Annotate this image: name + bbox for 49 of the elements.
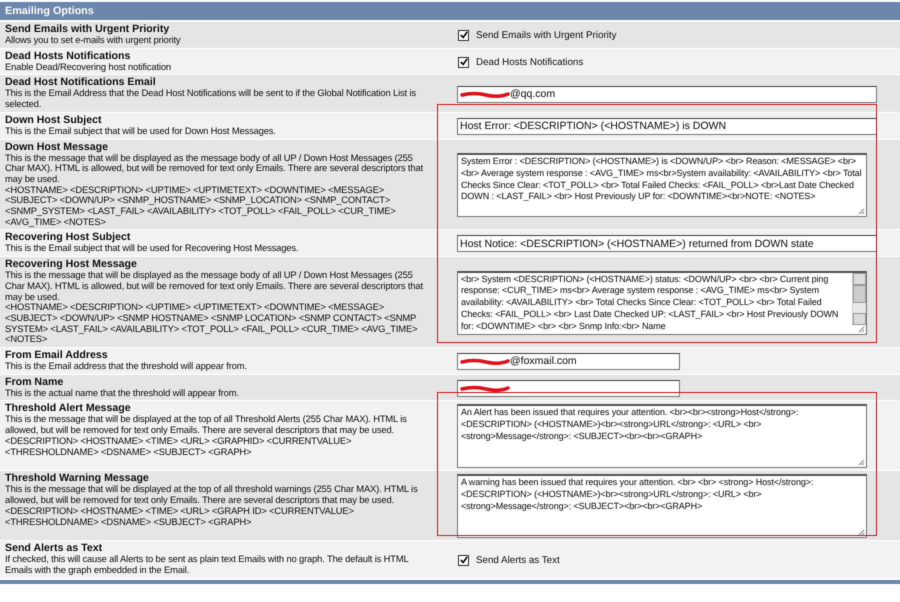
option-description: Allows you to set e-mails with urgent priority xyxy=(5,35,182,46)
option-title: Down Host Message xyxy=(5,142,110,153)
option-description: This is the message that will be displayed as the message body of all UP / Down Host Messages (255 Char MAX). HTML is allowed, but will be removed for text only Emails. There are several descriptors that may be used. xyxy=(5,152,424,185)
message-field[interactable]: <br> System <DESCRIPTION> (<HOSTNAME>) status: <DOWN/UP> <br> <br> Current ping response: <CUR_TIME> ms<br> Average system response : <AVG_TIME> ms<br> System availability: <AVAILABILITY> <br> Total Checks Since Clear: <TOT_POLL> <br> Total Failed Checks: <FAIL_POLL> <br> Last Date Checked UP: <LAST_FAIL> <br> Host Previously DOWN for: <DOWNTIME> <br> <br> Snmp Info:<br> Name xyxy=(457,270,867,335)
option-title: Dead Host Notifications Email xyxy=(5,77,157,88)
checkbox-label: Dead Hosts Notifications xyxy=(476,56,584,68)
option-title: Recovering Host Subject xyxy=(5,232,132,244)
option-description: This is the Email subject that will be used for Recovering Host Messages. xyxy=(5,243,300,254)
text-field[interactable]: Host Notice: <DESCRIPTION> (<HOSTNAME>) returned from DOWN state xyxy=(457,235,877,252)
option-description: This is the message that will be displayed as the message body of all UP / Down Host Messages (255 Char MAX). HTML is allowed, but will be removed for text only Emails. There are several descriptors that may be used. xyxy=(5,270,424,302)
descriptor-list: <HOSTNAME> <DESCRIPTION> <UPTIME> <UPTIMETEXT> <DOWNTIME> <MESSAGE> <SUBJECT> <DOWN/UP> <SNMP HOSTNAME> <SNMP LOCATION> <SNMP CONTACT> <SNMP SYSTEM> <LAST_FAIL> <AVAILABILITY> <TOT_POLL> <FAIL_POLL> <CUR_TIME> <AVG_TIME> <NOTES> xyxy=(5,302,430,346)
resize-grip-icon[interactable] xyxy=(858,326,865,333)
option-title: From Email Address xyxy=(5,350,109,362)
option-title: Dead Hosts Notifications xyxy=(5,50,132,62)
checkbox[interactable] xyxy=(458,56,469,68)
message-field[interactable]: An Alert has been issued that requires your attention. <br><br><strong>Host</strong>: <DESCRIPTION> (<HOSTNAME>)<br><strong>URL</strong>: <URL> <br> <strong>Message</strong>: <SUBJECT><br><br><GRAPH> xyxy=(457,404,867,468)
option-title: Send Alerts as Text xyxy=(5,543,104,554)
text-field[interactable]: @foxmail.com xyxy=(457,352,680,370)
descriptor-list: <HOSTNAME> <DESCRIPTION> <UPTIME> <UPTIMETEXT> <DOWNTIME> <MESSAGE> <SUBJECT> <DOWN/UP> <SNMP_HOSTNAME> <SNMP_LOCATION> <SNMP_CONTACT> <SNMP_SYSTEM> <LAST_FAIL> <AVAILABILITY> <TOT_POLL> <FAIL_POLL> <CUR_TIME> <AVG_TIME> <NOTES> xyxy=(5,184,430,228)
option-description: If checked, this will cause all Alerts to be sent as plain text Emails with no graph. The default is HTML Emails with the graph embedded in the Email. xyxy=(5,554,410,576)
resize-grip-icon[interactable] xyxy=(858,529,865,536)
checkbox-label: Send Emails with Urgent Priority xyxy=(476,30,616,41)
option-title: From Name xyxy=(5,376,64,388)
text-field[interactable]: Host Error: <DESCRIPTION> (<HOSTNAME>) is DOWN xyxy=(457,118,877,135)
descriptor-list: <DESCRIPTION> <HOSTNAME> <TIME> <URL> <GRAPH ID> <CURRENTVALUE> <THRESHOLDNAME> <DSNAME> <SUBJECT> <GRAPH> xyxy=(5,506,430,528)
option-description: This is the message that will be displayed at the top of all threshold warnings (255 Char MAX). HTML is allowed, but will be removed for text only Emails. There are several descriptors that may be used. xyxy=(5,484,419,506)
option-description: Enable Dead/Recovering host notification xyxy=(5,62,172,72)
descriptor-list: <DESCRIPTION> <HOSTNAME> <TIME> <URL> <GRAPHID> <CURRENTVALUE> <THRESHOLDNAME> <DSNAME> <SUBJECT> <GRAPH> xyxy=(5,436,430,458)
section-header: Emailing Options xyxy=(0,0,900,21)
option-title: Threshold Alert Message xyxy=(5,403,132,414)
option-title: Send Emails with Urgent Priority xyxy=(5,24,170,35)
resize-grip-icon[interactable] xyxy=(858,208,865,215)
option-description: This is the Email Address that the Dead Host Notifications will be sent to if the Global Notification List is selected. xyxy=(5,88,417,110)
checkbox-label: Send Alerts as Text xyxy=(476,554,560,566)
scrollbar[interactable] xyxy=(852,272,866,325)
checkbox[interactable] xyxy=(458,554,469,566)
option-description: This is the actual name that the threshold will appear from. xyxy=(5,388,240,398)
option-description: This is the Email address that the threshold will appear from. xyxy=(5,361,248,372)
message-field[interactable]: A warning has been issued that requires your attention. <br> <br> <strong> Host</strong>: <DESCRIPTION> (<HOSTNAME>)<br><strong>URL</strong>: <URL> <br> <strong>Message</strong>: <SUBJECT><br><br><GRAPH> xyxy=(457,474,867,538)
option-title: Threshold Warning Message xyxy=(5,473,150,484)
message-field[interactable]: System Error : <DESCRIPTION> (<HOSTNAME>) is <DOWN/UP> <br> Reason: <MESSAGE> <br> <br> Average system response : <AVG_TIME> ms<br>System availability: <AVAILABILITY> <br> Total Checks Since Clear: <TOT_POLL> <br> Total Failed Checks: <FAIL_POLL> <br>Last Date Checked DOWN : <LAST_FAIL> <br> Host Previously UP for: <DOWNTIME><br>NOTE: <NOTES> xyxy=(457,152,867,217)
option-title: Recovering Host Message xyxy=(5,259,138,270)
text-field[interactable] xyxy=(457,380,680,397)
option-title: Down Host Subject xyxy=(5,114,103,126)
option-description: This is the message that will be displayed at the top of all Threshold Alerts (255 Char MAX). HTML is allowed, but will be removed for text only Emails. There are several descriptors that may be used. xyxy=(5,414,408,436)
checkbox[interactable] xyxy=(458,30,469,41)
text-field[interactable]: @qq.com xyxy=(457,86,877,103)
resize-grip-icon[interactable] xyxy=(858,459,865,466)
option-description: This is the Email subject that will be used for Down Host Messages. xyxy=(5,126,277,137)
